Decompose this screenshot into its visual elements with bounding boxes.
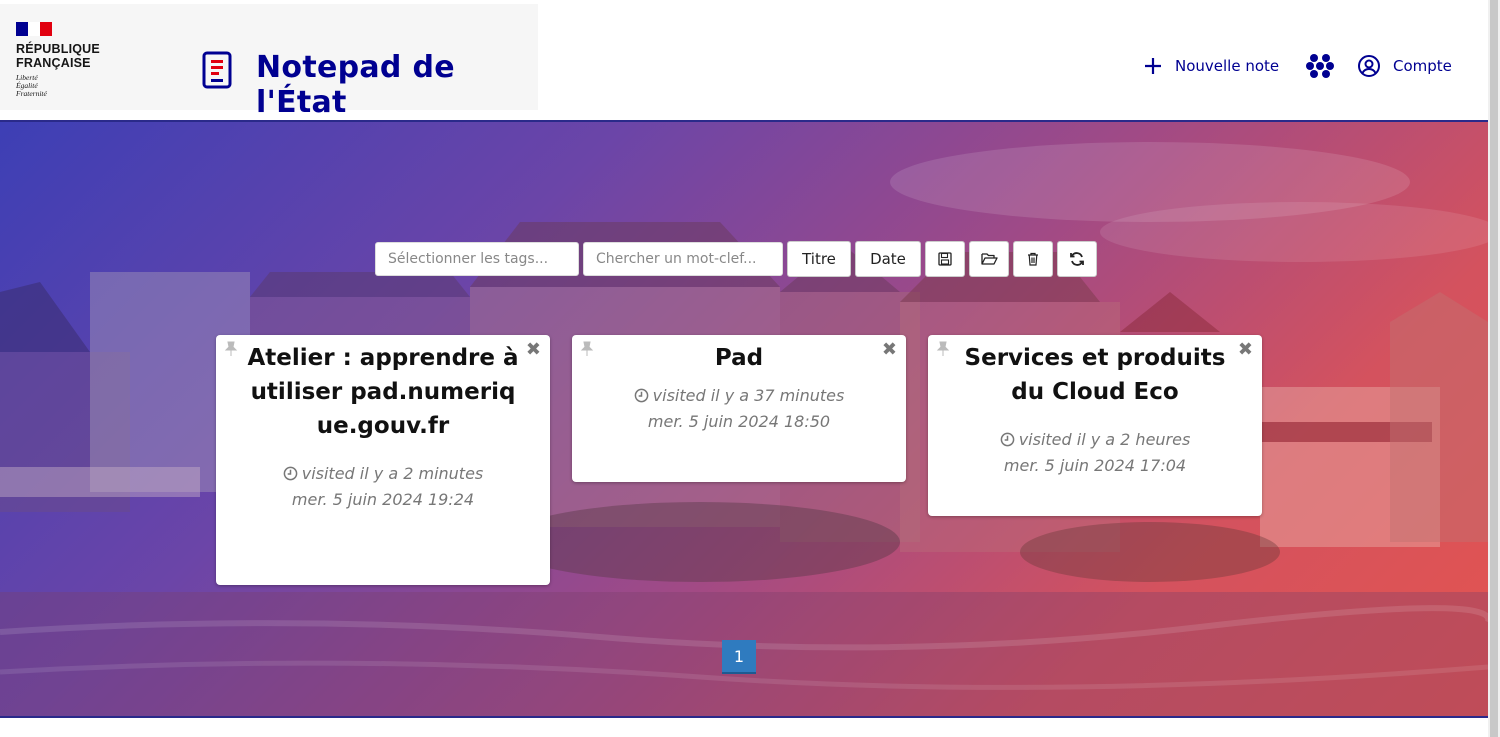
trash-icon bbox=[1028, 252, 1038, 266]
note-meta: visited il y a 37 minutes mer. 5 juin 20… bbox=[572, 383, 906, 435]
sort-date-button[interactable]: Date bbox=[855, 241, 921, 277]
save-icon bbox=[938, 252, 952, 266]
note-date: mer. 5 juin 2024 19:24 bbox=[291, 490, 475, 509]
note-meta: visited il y a 2 minutes mer. 5 juin 202… bbox=[216, 461, 550, 513]
account-button[interactable]: Compte bbox=[1357, 52, 1452, 80]
notes-toolbar: Sélectionner les tags... Chercher un mot… bbox=[375, 241, 1097, 277]
site-header: RÉPUBLIQUE FRANÇAISE Liberté Égalité Fra… bbox=[0, 0, 1500, 120]
marianne-flag-icon bbox=[16, 22, 52, 36]
pin-icon[interactable] bbox=[580, 341, 594, 357]
note-card[interactable]: ✖ Pad visited il y a 37 minutes mer. 5 j… bbox=[572, 335, 906, 482]
notepad-icon bbox=[202, 51, 232, 89]
keyword-search-input[interactable]: Chercher un mot-clef... bbox=[583, 242, 783, 276]
save-button[interactable] bbox=[925, 241, 965, 277]
apps-button[interactable] bbox=[1306, 52, 1334, 80]
delete-button[interactable] bbox=[1013, 241, 1053, 277]
folder-open-icon bbox=[980, 253, 998, 265]
tags-select[interactable]: Sélectionner les tags... bbox=[375, 242, 579, 276]
pin-icon[interactable] bbox=[224, 341, 238, 357]
note-date: mer. 5 juin 2024 18:50 bbox=[647, 412, 831, 431]
note-title[interactable]: Pad bbox=[600, 341, 878, 375]
close-note-icon[interactable]: ✖ bbox=[882, 339, 897, 360]
new-note-button[interactable]: Nouvelle note bbox=[1143, 52, 1279, 80]
page-scrollbar[interactable] bbox=[1488, 0, 1500, 737]
keyword-search-placeholder: Chercher un mot-clef... bbox=[596, 251, 757, 267]
account-label: Compte bbox=[1393, 57, 1452, 75]
note-title[interactable]: Atelier : apprendre à utiliser pad.numer… bbox=[244, 341, 522, 443]
pin-icon[interactable] bbox=[936, 341, 950, 357]
devise-label: Liberté Égalité Fraternité bbox=[16, 73, 47, 98]
note-date: mer. 5 juin 2024 17:04 bbox=[1003, 456, 1187, 475]
close-note-icon[interactable]: ✖ bbox=[526, 339, 541, 360]
plus-icon bbox=[1145, 58, 1161, 74]
note-visited: visited il y a 2 minutes bbox=[216, 461, 550, 487]
apps-grid-icon bbox=[1306, 54, 1334, 78]
clock-icon bbox=[283, 466, 298, 481]
new-note-label: Nouvelle note bbox=[1175, 57, 1280, 75]
sort-title-button[interactable]: Titre bbox=[787, 241, 851, 277]
open-folder-button[interactable] bbox=[969, 241, 1009, 277]
note-visited: visited il y a 2 heures bbox=[928, 427, 1262, 453]
note-meta: visited il y a 2 heures mer. 5 juin 2024… bbox=[928, 427, 1262, 479]
tags-select-placeholder: Sélectionner les tags... bbox=[388, 251, 549, 267]
close-note-icon[interactable]: ✖ bbox=[1238, 339, 1253, 360]
note-card[interactable]: ✖ Services et produits du Cloud Eco visi… bbox=[928, 335, 1262, 516]
scrollbar-thumb[interactable] bbox=[1490, 0, 1498, 737]
refresh-button[interactable] bbox=[1057, 241, 1097, 277]
pagination-page-1[interactable]: 1 bbox=[722, 640, 756, 674]
brand-block[interactable]: RÉPUBLIQUE FRANÇAISE Liberté Égalité Fra… bbox=[0, 4, 538, 120]
clock-icon bbox=[634, 388, 648, 403]
refresh-icon bbox=[1070, 252, 1084, 266]
user-circle-icon bbox=[1358, 55, 1380, 77]
note-visited: visited il y a 37 minutes bbox=[572, 383, 906, 409]
app-title[interactable]: Notepad de l'État bbox=[256, 50, 538, 120]
clock-icon bbox=[1000, 432, 1015, 447]
note-card[interactable]: ✖ Atelier : apprendre à utiliser pad.num… bbox=[216, 335, 550, 585]
note-title[interactable]: Services et produits du Cloud Eco bbox=[956, 341, 1234, 409]
republique-francaise-label: RÉPUBLIQUE FRANÇAISE bbox=[16, 42, 100, 70]
